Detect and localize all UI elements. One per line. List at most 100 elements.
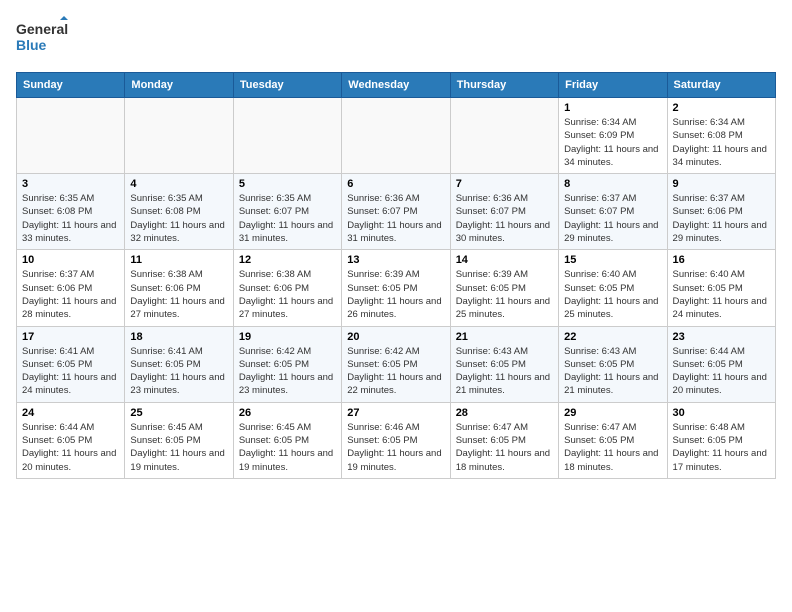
day-number: 16 (673, 254, 770, 266)
calendar-week-row: 10Sunrise: 6:37 AM Sunset: 6:06 PM Dayli… (17, 250, 776, 326)
day-info: Sunrise: 6:39 AM Sunset: 6:05 PM Dayligh… (347, 268, 444, 321)
calendar-cell: 29 Sunrise: 6:47 AM Sunset: 6:05 PM Dayli… (559, 402, 667, 478)
day-number: 27 (347, 407, 444, 419)
day-info: Sunrise: 6:38 AM Sunset: 6:06 PM Dayligh… (239, 268, 336, 321)
day-header-wednesday: Wednesday (342, 73, 450, 98)
day-info: Sunrise: 6:46 AM Sunset: 6:05 PM Dayligh… (347, 421, 444, 474)
day-number: 22 (564, 331, 661, 343)
day-number: 5 (239, 178, 336, 190)
calendar-cell: 8 Sunrise: 6:37 AM Sunset: 6:07 PM Daylig… (559, 174, 667, 250)
day-info: Sunrise: 6:36 AM Sunset: 6:07 PM Dayligh… (347, 192, 444, 245)
logo: General Blue (16, 16, 68, 60)
calendar-cell: 6 Sunrise: 6:36 AM Sunset: 6:07 PM Daylig… (342, 174, 450, 250)
calendar-cell: 1Sunrise: 6:34 AM Sunset: 6:09 PM Daylig… (559, 98, 667, 174)
calendar-cell: 24 Sunrise: 6:44 AM Sunset: 6:05 PM Dayli… (17, 402, 125, 478)
day-number: 24 (22, 407, 119, 419)
calendar-cell: 21Sunrise: 6:43 AM Sunset: 6:05 PM Dayli… (450, 326, 558, 402)
calendar: SundayMondayTuesdayWednesdayThursdayFrid… (16, 72, 776, 479)
logo-svg: General Blue (16, 16, 68, 60)
calendar-cell: 2 Sunrise: 6:34 AM Sunset: 6:08 PM Daylig… (667, 98, 775, 174)
calendar-week-row: 3 Sunrise: 6:35 AM Sunset: 6:08 PM Daylig… (17, 174, 776, 250)
calendar-cell: 13 Sunrise: 6:39 AM Sunset: 6:05 PM Dayli… (342, 250, 450, 326)
calendar-cell: 25 Sunrise: 6:45 AM Sunset: 6:05 PM Dayli… (125, 402, 233, 478)
calendar-cell: 23 Sunrise: 6:44 AM Sunset: 6:05 PM Dayli… (667, 326, 775, 402)
day-number: 26 (239, 407, 336, 419)
day-number: 3 (22, 178, 119, 190)
day-number: 6 (347, 178, 444, 190)
day-number: 13 (347, 254, 444, 266)
calendar-cell: 17 Sunrise: 6:41 AM Sunset: 6:05 PM Dayli… (17, 326, 125, 402)
day-info: Sunrise: 6:34 AM Sunset: 6:08 PM Dayligh… (673, 116, 770, 169)
day-header-saturday: Saturday (667, 73, 775, 98)
day-info: Sunrise: 6:45 AM Sunset: 6:05 PM Dayligh… (130, 421, 227, 474)
calendar-cell (233, 98, 341, 174)
day-number: 17 (22, 331, 119, 343)
day-number: 25 (130, 407, 227, 419)
day-number: 29 (564, 407, 661, 419)
day-info: Sunrise: 6:47 AM Sunset: 6:05 PM Dayligh… (564, 421, 661, 474)
day-info: Sunrise: 6:42 AM Sunset: 6:05 PM Dayligh… (239, 345, 336, 398)
calendar-cell: 26 Sunrise: 6:45 AM Sunset: 6:05 PM Dayli… (233, 402, 341, 478)
calendar-cell: 28 Sunrise: 6:47 AM Sunset: 6:05 PM Dayli… (450, 402, 558, 478)
calendar-cell (450, 98, 558, 174)
day-info: Sunrise: 6:43 AM Sunset: 6:05 PM Dayligh… (564, 345, 661, 398)
day-info: Sunrise: 6:47 AM Sunset: 6:05 PM Dayligh… (456, 421, 553, 474)
calendar-cell: 18 Sunrise: 6:41 AM Sunset: 6:05 PM Dayli… (125, 326, 233, 402)
calendar-week-row: 17 Sunrise: 6:41 AM Sunset: 6:05 PM Dayli… (17, 326, 776, 402)
day-number: 15 (564, 254, 661, 266)
day-info: Sunrise: 6:39 AM Sunset: 6:05 PM Dayligh… (456, 268, 553, 321)
day-number: 14 (456, 254, 553, 266)
calendar-cell: 9Sunrise: 6:37 AM Sunset: 6:06 PM Daylig… (667, 174, 775, 250)
day-number: 4 (130, 178, 227, 190)
calendar-cell: 20Sunrise: 6:42 AM Sunset: 6:05 PM Dayli… (342, 326, 450, 402)
day-header-sunday: Sunday (17, 73, 125, 98)
day-number: 2 (673, 102, 770, 114)
calendar-cell: 30Sunrise: 6:48 AM Sunset: 6:05 PM Dayli… (667, 402, 775, 478)
day-header-monday: Monday (125, 73, 233, 98)
calendar-cell: 3 Sunrise: 6:35 AM Sunset: 6:08 PM Daylig… (17, 174, 125, 250)
day-number: 30 (673, 407, 770, 419)
calendar-week-row: 24 Sunrise: 6:44 AM Sunset: 6:05 PM Dayli… (17, 402, 776, 478)
day-info: Sunrise: 6:35 AM Sunset: 6:08 PM Dayligh… (130, 192, 227, 245)
day-number: 7 (456, 178, 553, 190)
day-number: 12 (239, 254, 336, 266)
calendar-cell (125, 98, 233, 174)
day-info: Sunrise: 6:45 AM Sunset: 6:05 PM Dayligh… (239, 421, 336, 474)
day-info: Sunrise: 6:35 AM Sunset: 6:08 PM Dayligh… (22, 192, 119, 245)
day-header-thursday: Thursday (450, 73, 558, 98)
day-info: Sunrise: 6:42 AM Sunset: 6:05 PM Dayligh… (347, 345, 444, 398)
day-number: 19 (239, 331, 336, 343)
day-number: 21 (456, 331, 553, 343)
day-info: Sunrise: 6:38 AM Sunset: 6:06 PM Dayligh… (130, 268, 227, 321)
day-info: Sunrise: 6:44 AM Sunset: 6:05 PM Dayligh… (673, 345, 770, 398)
calendar-cell (342, 98, 450, 174)
calendar-cell: 27 Sunrise: 6:46 AM Sunset: 6:05 PM Dayli… (342, 402, 450, 478)
day-number: 23 (673, 331, 770, 343)
calendar-header-row: SundayMondayTuesdayWednesdayThursdayFrid… (17, 73, 776, 98)
svg-text:Blue: Blue (16, 37, 47, 53)
calendar-cell: 15 Sunrise: 6:40 AM Sunset: 6:05 PM Dayli… (559, 250, 667, 326)
calendar-cell: 22 Sunrise: 6:43 AM Sunset: 6:05 PM Dayli… (559, 326, 667, 402)
day-info: Sunrise: 6:41 AM Sunset: 6:05 PM Dayligh… (130, 345, 227, 398)
day-info: Sunrise: 6:44 AM Sunset: 6:05 PM Dayligh… (22, 421, 119, 474)
calendar-cell: 10Sunrise: 6:37 AM Sunset: 6:06 PM Dayli… (17, 250, 125, 326)
day-header-tuesday: Tuesday (233, 73, 341, 98)
day-number: 18 (130, 331, 227, 343)
calendar-week-row: 1Sunrise: 6:34 AM Sunset: 6:09 PM Daylig… (17, 98, 776, 174)
calendar-cell: 14 Sunrise: 6:39 AM Sunset: 6:05 PM Dayli… (450, 250, 558, 326)
day-info: Sunrise: 6:40 AM Sunset: 6:05 PM Dayligh… (564, 268, 661, 321)
day-number: 1 (564, 102, 661, 114)
svg-text:General: General (16, 21, 68, 37)
day-info: Sunrise: 6:40 AM Sunset: 6:05 PM Dayligh… (673, 268, 770, 321)
day-number: 10 (22, 254, 119, 266)
calendar-cell (17, 98, 125, 174)
calendar-cell: 11Sunrise: 6:38 AM Sunset: 6:06 PM Dayli… (125, 250, 233, 326)
day-number: 8 (564, 178, 661, 190)
calendar-cell: 12 Sunrise: 6:38 AM Sunset: 6:06 PM Dayli… (233, 250, 341, 326)
day-info: Sunrise: 6:41 AM Sunset: 6:05 PM Dayligh… (22, 345, 119, 398)
day-info: Sunrise: 6:37 AM Sunset: 6:07 PM Dayligh… (564, 192, 661, 245)
day-info: Sunrise: 6:35 AM Sunset: 6:07 PM Dayligh… (239, 192, 336, 245)
day-header-friday: Friday (559, 73, 667, 98)
day-number: 28 (456, 407, 553, 419)
calendar-cell: 16 Sunrise: 6:40 AM Sunset: 6:05 PM Dayli… (667, 250, 775, 326)
